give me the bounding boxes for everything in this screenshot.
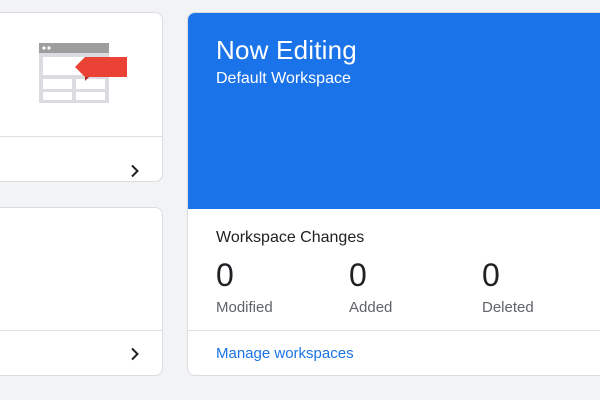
now-editing-header: Now Editing Default Workspace [188, 13, 600, 209]
card-divider [188, 330, 600, 331]
workspace-overview: Now Editing Default Workspace Workspace … [0, 0, 600, 400]
secondary-summary-card [0, 207, 163, 376]
workspace-changes-title: Workspace Changes [216, 229, 365, 246]
stat-label: Modified [216, 299, 273, 316]
stat-modified: 0 Modified [216, 255, 273, 316]
chevron-right-icon[interactable] [130, 347, 140, 361]
container-summary-card [0, 12, 163, 182]
workspace-card: Now Editing Default Workspace Workspace … [187, 12, 600, 376]
workspace-name: Default Workspace [216, 70, 351, 87]
card-divider [0, 136, 162, 137]
card-divider [0, 330, 162, 331]
stat-deleted: 0 Deleted [482, 255, 534, 316]
stat-value: 0 [482, 257, 500, 293]
container-tag-illustration-icon [39, 43, 127, 103]
stat-label: Added [349, 299, 393, 316]
chevron-right-icon[interactable] [130, 164, 140, 178]
now-editing-title: Now Editing [216, 35, 357, 65]
manage-workspaces-link[interactable]: Manage workspaces [216, 345, 354, 362]
stat-label: Deleted [482, 299, 534, 316]
stat-value: 0 [216, 257, 234, 293]
stat-added: 0 Added [349, 255, 392, 316]
stat-value: 0 [349, 257, 367, 293]
